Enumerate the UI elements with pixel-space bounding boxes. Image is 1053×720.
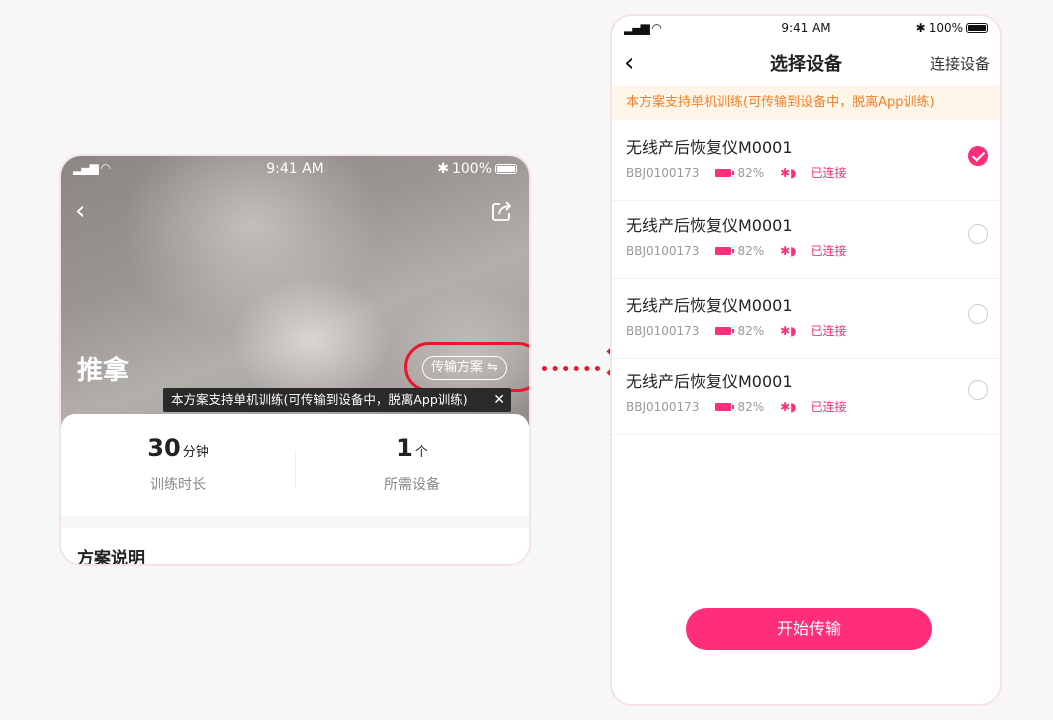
offline-tooltip: 本方案支持单机训练(可传输到设备中，脱离App训练) ✕ [163, 388, 511, 412]
share-icon[interactable] [491, 200, 513, 222]
close-icon[interactable]: ✕ [493, 388, 505, 412]
device-serial: BBJ0100173 [626, 323, 700, 338]
devices-stat: 1个 所需设备 [295, 434, 529, 494]
device-row[interactable]: 无线产后恢复仪M0001 BBJ0100173 82% ✱◗ 已连接 [612, 356, 1000, 435]
select-device-screen: ▂▄▆ ◠ 9:41 AM ✱ 100% ‹ 选择设备 连接设备 本方案支持单机… [610, 14, 1002, 706]
connection-status: 已连接 [810, 244, 847, 258]
devices-unit: 个 [414, 445, 428, 460]
device-name: 无线产后恢复仪M0001 [626, 216, 793, 235]
battery-icon [715, 326, 735, 335]
device-row[interactable]: 无线产后恢复仪M0001 BBJ0100173 82% ✱◗ 已连接 [612, 122, 1000, 201]
duration-stat: 30 分钟 训练时长 [61, 434, 295, 494]
stats-card: 30 分钟 训练时长 1个 所需设备 [61, 414, 529, 564]
plan-detail-screen: ▂▄▆ ◠ 9:41 AM ✱ 100% ‹ 推拿 传输方案 ⇋ 30 分钟 训练… [59, 154, 531, 566]
battery-percent: 100% [451, 161, 492, 177]
connection-status: 已连接 [810, 166, 847, 180]
radio-circle-icon[interactable] [968, 380, 988, 400]
device-meta: BBJ0100173 82% ✱◗ 已连接 [626, 242, 847, 259]
highlight-ring [404, 342, 529, 392]
devices-value: 1 [396, 434, 413, 462]
bluetooth-icon: ✱◗ [780, 399, 797, 414]
device-meta: BBJ0100173 82% ✱◗ 已连接 [626, 322, 847, 339]
connection-status: 已连接 [810, 324, 847, 338]
section-divider [61, 516, 529, 528]
battery-icon [715, 168, 735, 177]
connect-device-button[interactable]: 连接设备 [930, 53, 990, 74]
bluetooth-icon: ✱◗ [780, 323, 797, 338]
battery-icon [495, 164, 517, 174]
device-name: 无线产后恢复仪M0001 [626, 138, 793, 157]
battery-icon [715, 402, 735, 411]
battery-status: ✱ 100% [437, 161, 517, 177]
duration-unit: 分钟 [182, 445, 209, 460]
duration-label: 训练时长 [150, 477, 206, 493]
device-serial: BBJ0100173 [626, 165, 700, 180]
device-row[interactable]: 无线产后恢复仪M0001 BBJ0100173 82% ✱◗ 已连接 [612, 280, 1000, 359]
check-circle-icon[interactable] [968, 146, 988, 166]
bluetooth-icon: ✱◗ [780, 243, 797, 258]
battery-icon [966, 23, 988, 33]
back-button[interactable]: ‹ [75, 198, 85, 224]
devices-label: 所需设备 [384, 477, 440, 493]
connection-status: 已连接 [810, 400, 847, 414]
radio-circle-icon[interactable] [968, 304, 988, 324]
status-bar: ▂▄▆ ◠ 9:41 AM ✱ 100% [61, 156, 529, 184]
device-battery: 82% [737, 243, 765, 258]
start-transfer-button[interactable]: 开始传输 [686, 608, 932, 650]
tooltip-text: 本方案支持单机训练(可传输到设备中，脱离App训练) [171, 392, 468, 407]
battery-icon [715, 246, 735, 255]
device-battery: 82% [737, 165, 765, 180]
flow-arrow-line [542, 366, 600, 371]
device-row[interactable]: 无线产后恢复仪M0001 BBJ0100173 82% ✱◗ 已连接 [612, 200, 1000, 279]
battery-percent: 100% [928, 21, 963, 35]
device-name: 无线产后恢复仪M0001 [626, 296, 793, 315]
status-bar: ▂▄▆ ◠ 9:41 AM ✱ 100% [612, 16, 1000, 44]
radio-circle-icon[interactable] [968, 224, 988, 244]
device-battery: 82% [737, 399, 765, 414]
device-serial: BBJ0100173 [626, 243, 700, 258]
bluetooth-icon: ✱ [915, 21, 926, 35]
device-name: 无线产后恢复仪M0001 [626, 372, 793, 391]
section-title: 方案说明 [77, 549, 145, 566]
device-meta: BBJ0100173 82% ✱◗ 已连接 [626, 398, 847, 415]
device-battery: 82% [737, 323, 765, 338]
device-meta: BBJ0100173 82% ✱◗ 已连接 [626, 164, 847, 181]
bluetooth-icon: ✱ [437, 161, 449, 177]
bluetooth-icon: ✱◗ [780, 165, 797, 180]
offline-notice: 本方案支持单机训练(可传输到设备中，脱离App训练) [612, 86, 1000, 120]
plan-title: 推拿 [77, 356, 130, 386]
duration-value: 30 [147, 434, 181, 462]
battery-status: ✱ 100% [916, 21, 988, 35]
device-serial: BBJ0100173 [626, 399, 700, 414]
